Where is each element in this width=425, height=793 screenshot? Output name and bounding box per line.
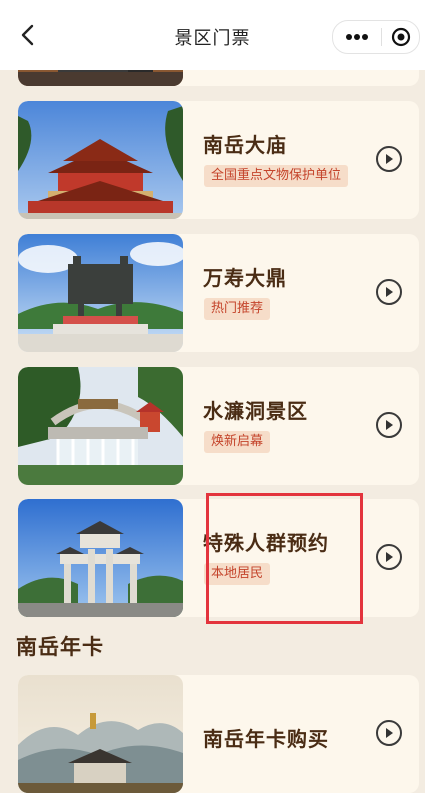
play-arrow-icon <box>386 552 393 562</box>
highlight-box <box>206 493 363 624</box>
scenic-name: 南岳大庙 <box>203 133 287 157</box>
scenic-tag: 焕新启幕 <box>204 431 271 453</box>
play-arrow-icon <box>386 287 393 297</box>
scenic-image <box>18 499 183 617</box>
scenic-name: 万寿大鼎 <box>203 266 287 290</box>
play-arrow-icon <box>386 154 393 164</box>
go-arrow-button[interactable] <box>376 544 402 570</box>
scenic-image <box>18 234 183 352</box>
go-arrow-button[interactable] <box>376 146 402 172</box>
play-arrow-icon <box>386 420 393 430</box>
section-title-annual-card: 南岳年卡 <box>16 634 104 659</box>
scenic-image <box>18 101 183 219</box>
scenic-card-shuilian-cave[interactable]: 水濂洞景区 焕新启幕 <box>18 367 419 485</box>
scenic-tag: 热门推荐 <box>204 298 271 320</box>
scenic-name: 水濂洞景区 <box>203 399 308 423</box>
scenic-image <box>18 367 183 485</box>
annual-card-image <box>18 675 183 793</box>
target-circle-icon <box>391 27 410 47</box>
annual-card-name: 南岳年卡购买 <box>203 727 329 751</box>
scenic-tag: 全国重点文物保护单位 <box>204 165 349 187</box>
mini-program-capsule <box>332 20 420 54</box>
scenic-card-wanshou-ding[interactable]: 万寿大鼎 热门推荐 <box>18 234 419 352</box>
more-button[interactable] <box>333 21 381 53</box>
annual-card-purchase[interactable]: 南岳年卡购买 <box>18 675 419 793</box>
close-button[interactable] <box>382 21 419 53</box>
go-arrow-button[interactable] <box>376 279 402 305</box>
more-dots-icon <box>346 34 368 40</box>
scenic-card-nanyue-temple[interactable]: 南岳大庙 全国重点文物保护单位 <box>18 101 419 219</box>
nav-bar: 景区门票 <box>0 0 425 70</box>
go-arrow-button[interactable] <box>376 720 402 746</box>
go-arrow-button[interactable] <box>376 412 402 438</box>
play-arrow-icon <box>386 728 393 738</box>
